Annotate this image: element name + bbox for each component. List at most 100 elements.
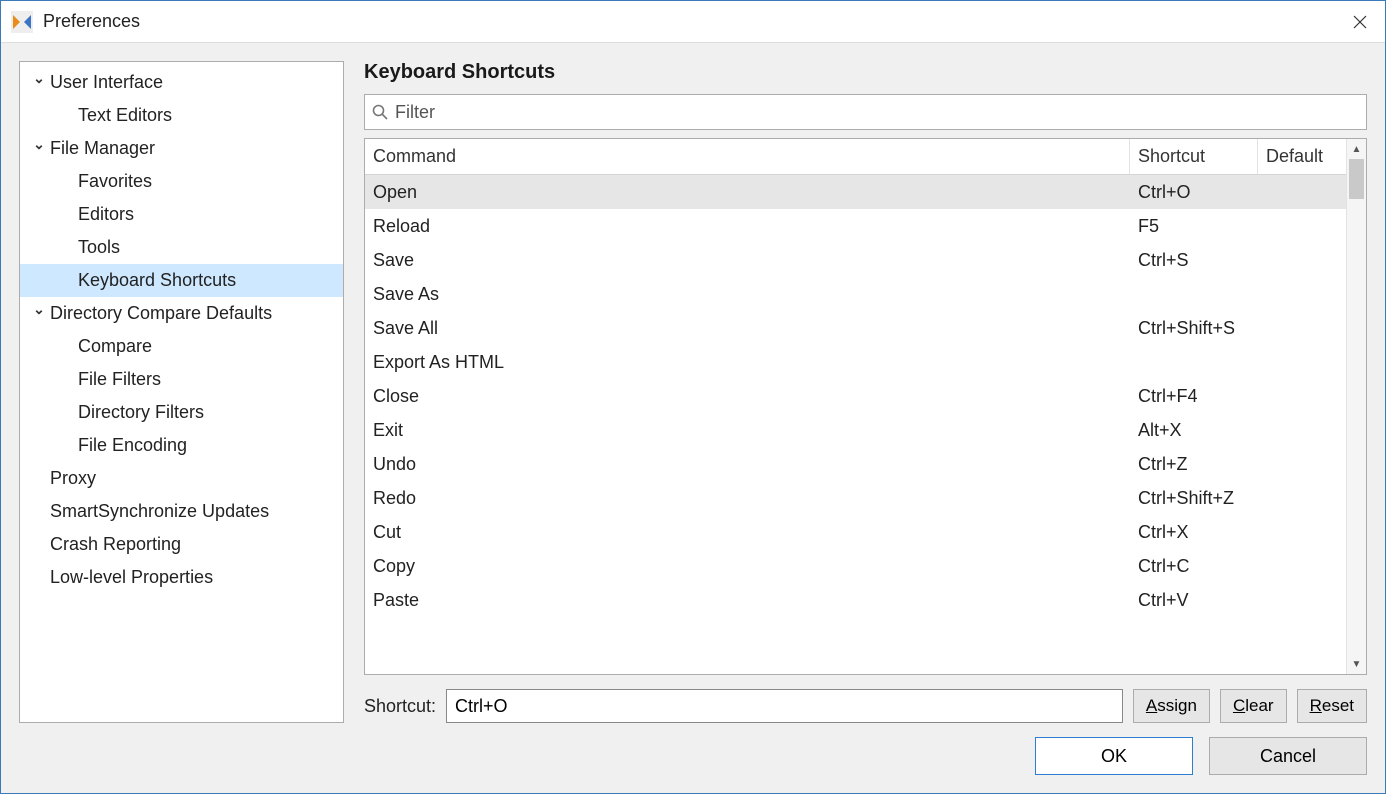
cell-command: Exit	[365, 420, 1130, 441]
col-header-shortcut[interactable]: Shortcut	[1130, 139, 1258, 174]
tree-item[interactable]: Crash Reporting	[20, 528, 343, 561]
tree-group[interactable]: ⌄File Manager	[20, 132, 343, 165]
filter-field[interactable]	[364, 94, 1367, 130]
table-row[interactable]: Save AllCtrl+Shift+S	[365, 311, 1346, 345]
tree-item-label: Tools	[78, 237, 120, 258]
tree-item[interactable]: Proxy	[20, 462, 343, 495]
col-header-command[interactable]: Command	[365, 139, 1130, 174]
cell-command: Save	[365, 250, 1130, 271]
tree-item[interactable]: File Filters	[20, 363, 343, 396]
scroll-down-icon[interactable]: ▼	[1347, 654, 1366, 674]
table-row[interactable]: OpenCtrl+O	[365, 175, 1346, 209]
tree-item[interactable]: Compare	[20, 330, 343, 363]
table-row[interactable]: SaveCtrl+S	[365, 243, 1346, 277]
shortcut-editor-row: Shortcut: Assign Clear Reset	[364, 689, 1367, 723]
tree-item-label: SmartSynchronize Updates	[50, 501, 269, 522]
scroll-thumb[interactable]	[1349, 159, 1364, 199]
cancel-button[interactable]: Cancel	[1209, 737, 1367, 775]
tree-item-label: Favorites	[78, 171, 152, 192]
tree-item[interactable]: SmartSynchronize Updates	[20, 495, 343, 528]
cell-command: Paste	[365, 590, 1130, 611]
tree-item[interactable]: Low-level Properties	[20, 561, 343, 594]
cell-command: Reload	[365, 216, 1130, 237]
shortcut-input[interactable]	[446, 689, 1123, 723]
tree-item[interactable]: Keyboard Shortcuts	[20, 264, 343, 297]
reset-button[interactable]: Reset	[1297, 689, 1367, 723]
shortcut-table: Command Shortcut Default OpenCtrl+OReloa…	[364, 138, 1367, 675]
tree-item-label: User Interface	[50, 72, 163, 93]
shortcut-label: Shortcut:	[364, 696, 436, 717]
table-row[interactable]: PasteCtrl+V	[365, 583, 1346, 617]
app-icon	[11, 11, 33, 33]
chevron-down-icon[interactable]: ⌄	[30, 136, 48, 153]
table-row[interactable]: Save As	[365, 277, 1346, 311]
cell-shortcut: Ctrl+V	[1130, 590, 1258, 611]
tree-group[interactable]: ⌄User Interface	[20, 66, 343, 99]
chevron-down-icon[interactable]: ⌄	[30, 301, 48, 318]
table-row[interactable]: UndoCtrl+Z	[365, 447, 1346, 481]
settings-panel: Keyboard Shortcuts Command Shortcut Defa…	[364, 61, 1367, 723]
table-row[interactable]: CloseCtrl+F4	[365, 379, 1346, 413]
tree-group[interactable]: ⌄Directory Compare Defaults	[20, 297, 343, 330]
tree-item-label: Compare	[78, 336, 152, 357]
close-icon[interactable]	[1345, 7, 1375, 37]
table-row[interactable]: RedoCtrl+Shift+Z	[365, 481, 1346, 515]
cell-shortcut: Alt+X	[1130, 420, 1258, 441]
tree-item-label: Directory Compare Defaults	[50, 303, 272, 324]
cell-shortcut: Ctrl+X	[1130, 522, 1258, 543]
dialog-footer: OK Cancel	[19, 737, 1367, 775]
col-header-default[interactable]: Default	[1258, 139, 1346, 174]
cell-command: Cut	[365, 522, 1130, 543]
search-icon	[371, 103, 389, 121]
cell-command: Save All	[365, 318, 1130, 339]
scroll-up-icon[interactable]: ▲	[1347, 139, 1366, 159]
tree-item-label: Editors	[78, 204, 134, 225]
tree-item[interactable]: Tools	[20, 231, 343, 264]
table-row[interactable]: CutCtrl+X	[365, 515, 1346, 549]
panel-title: Keyboard Shortcuts	[364, 61, 1367, 84]
tree-item-label: Text Editors	[78, 105, 172, 126]
clear-button[interactable]: Clear	[1220, 689, 1287, 723]
cell-shortcut: F5	[1130, 216, 1258, 237]
tree-item-label: Crash Reporting	[50, 534, 181, 555]
tree-item[interactable]: Text Editors	[20, 99, 343, 132]
category-tree[interactable]: ⌄User InterfaceText Editors⌄File Manager…	[19, 61, 344, 723]
cell-shortcut: Ctrl+Shift+Z	[1130, 488, 1258, 509]
tree-item[interactable]: Directory Filters	[20, 396, 343, 429]
tree-item-label: File Manager	[50, 138, 155, 159]
cell-command: Undo	[365, 454, 1130, 475]
filter-input[interactable]	[393, 101, 1360, 124]
tree-item-label: Directory Filters	[78, 402, 204, 423]
dialog-body: ⌄User InterfaceText Editors⌄File Manager…	[1, 43, 1385, 793]
cell-shortcut: Ctrl+Z	[1130, 454, 1258, 475]
table-row[interactable]: ReloadF5	[365, 209, 1346, 243]
tree-item[interactable]: File Encoding	[20, 429, 343, 462]
cell-shortcut: Ctrl+O	[1130, 182, 1258, 203]
table-row[interactable]: CopyCtrl+C	[365, 549, 1346, 583]
cell-command: Close	[365, 386, 1130, 407]
table-scrollbar[interactable]: ▲ ▼	[1346, 139, 1366, 674]
tree-item[interactable]: Editors	[20, 198, 343, 231]
tree-item-label: File Filters	[78, 369, 161, 390]
cell-command: Copy	[365, 556, 1130, 577]
tree-item-label: File Encoding	[78, 435, 187, 456]
cell-shortcut: Ctrl+F4	[1130, 386, 1258, 407]
table-row[interactable]: ExitAlt+X	[365, 413, 1346, 447]
cell-command: Export As HTML	[365, 352, 1130, 373]
tree-item[interactable]: Favorites	[20, 165, 343, 198]
tree-item-label: Proxy	[50, 468, 96, 489]
window-title: Preferences	[43, 11, 140, 32]
ok-button[interactable]: OK	[1035, 737, 1193, 775]
cell-command: Open	[365, 182, 1130, 203]
chevron-down-icon[interactable]: ⌄	[30, 70, 48, 87]
cell-command: Redo	[365, 488, 1130, 509]
cell-shortcut: Ctrl+S	[1130, 250, 1258, 271]
assign-button[interactable]: Assign	[1133, 689, 1210, 723]
tree-item-label: Keyboard Shortcuts	[78, 270, 236, 291]
cell-shortcut: Ctrl+C	[1130, 556, 1258, 577]
table-row[interactable]: Export As HTML	[365, 345, 1346, 379]
preferences-dialog: Preferences ⌄User InterfaceText Editors⌄…	[0, 0, 1386, 794]
cell-shortcut: Ctrl+Shift+S	[1130, 318, 1258, 339]
cell-command: Save As	[365, 284, 1130, 305]
titlebar: Preferences	[1, 1, 1385, 43]
